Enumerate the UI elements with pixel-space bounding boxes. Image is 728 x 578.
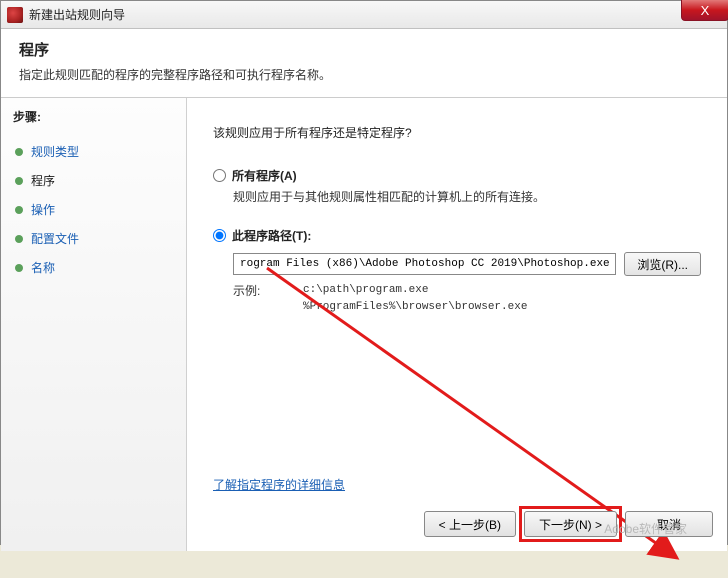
close-button[interactable]: X: [681, 0, 728, 21]
radio-all-label: 所有程序(A): [232, 167, 297, 184]
step-label: 配置文件: [31, 230, 79, 247]
step-bullet-icon: [15, 177, 23, 185]
step-label: 规则类型: [31, 143, 79, 160]
titlebar: 新建出站规则向导 X: [1, 1, 727, 29]
firewall-icon: [7, 7, 23, 23]
wizard-window: 新建出站规则向导 X 程序 指定此规则匹配的程序的完整程序路径和可执行程序名称。…: [0, 0, 728, 545]
close-icon: X: [701, 3, 710, 18]
example-label: 示例:: [233, 282, 303, 315]
step-profile[interactable]: 配置文件: [13, 224, 174, 253]
radio-program-path[interactable]: [213, 229, 226, 242]
question-text: 该规则应用于所有程序还是特定程序?: [213, 124, 701, 141]
radio-all-programs[interactable]: [213, 169, 226, 182]
nav-buttons: < 上一步(B) 下一步(N) > 取消: [424, 511, 713, 537]
step-label: 操作: [31, 201, 55, 218]
radio-path-label: 此程序路径(T):: [232, 227, 311, 244]
step-name[interactable]: 名称: [13, 253, 174, 282]
option-all-programs: 所有程序(A) 规则应用于与其他规则属性相匹配的计算机上的所有连接。: [213, 167, 701, 205]
step-label: 名称: [31, 259, 55, 276]
learn-more-link[interactable]: 了解指定程序的详细信息: [213, 476, 345, 493]
back-button[interactable]: < 上一步(B): [424, 511, 516, 537]
step-bullet-icon: [15, 264, 23, 272]
option-program-path: 此程序路径(T): 浏览(R)... 示例: c:\path\program.e…: [213, 227, 701, 315]
page-subtitle: 指定此规则匹配的程序的完整程序路径和可执行程序名称。: [19, 66, 709, 83]
example-paths: c:\path\program.exe %ProgramFiles%\brows…: [303, 282, 527, 315]
cancel-button[interactable]: 取消: [625, 511, 713, 537]
wizard-header: 程序 指定此规则匹配的程序的完整程序路径和可执行程序名称。: [1, 29, 727, 98]
step-bullet-icon: [15, 148, 23, 156]
page-title: 程序: [19, 39, 709, 60]
radio-all-desc: 规则应用于与其他规则属性相匹配的计算机上的所有连接。: [233, 188, 701, 205]
program-path-input[interactable]: [233, 253, 616, 275]
step-action[interactable]: 操作: [13, 195, 174, 224]
steps-title: 步骤:: [13, 108, 174, 125]
example-path-2: %ProgramFiles%\browser\browser.exe: [303, 299, 527, 316]
main-panel: 该规则应用于所有程序还是特定程序? 所有程序(A) 规则应用于与其他规则属性相匹…: [187, 98, 727, 551]
browse-button[interactable]: 浏览(R)...: [624, 252, 701, 276]
steps-sidebar: 步骤: 规则类型 程序 操作 配置文件 名称: [1, 98, 187, 551]
window-title: 新建出站规则向导: [29, 6, 125, 23]
step-bullet-icon: [15, 235, 23, 243]
step-rule-type[interactable]: 规则类型: [13, 137, 174, 166]
example-path-1: c:\path\program.exe: [303, 282, 527, 299]
wizard-body: 步骤: 规则类型 程序 操作 配置文件 名称 该规则应: [1, 98, 727, 551]
step-label: 程序: [31, 172, 55, 189]
step-program[interactable]: 程序: [13, 166, 174, 195]
next-button[interactable]: 下一步(N) >: [524, 511, 617, 537]
step-bullet-icon: [15, 206, 23, 214]
